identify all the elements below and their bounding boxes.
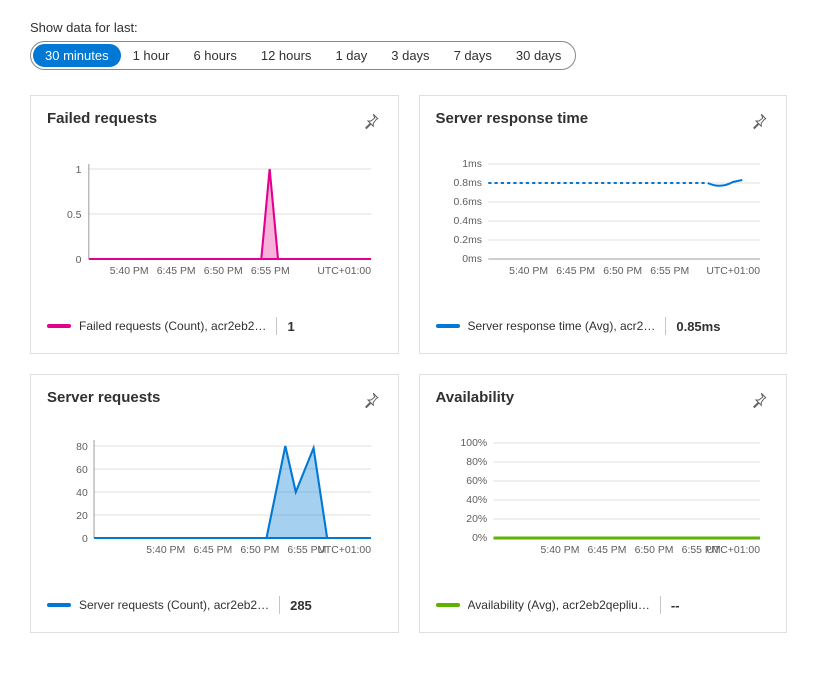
- svg-text:6:50 PM: 6:50 PM: [603, 266, 642, 277]
- time-range-30days[interactable]: 30 days: [504, 44, 574, 67]
- legend: Failed requests (Count), acr2eb2… 1: [47, 317, 382, 335]
- time-range-selector: 30 minutes 1 hour 6 hours 12 hours 1 day…: [30, 41, 576, 70]
- svg-text:UTC+01:00: UTC+01:00: [706, 266, 760, 277]
- time-range-1day[interactable]: 1 day: [323, 44, 379, 67]
- svg-text:0ms: 0ms: [462, 254, 482, 265]
- svg-text:80: 80: [76, 442, 88, 453]
- svg-text:20: 20: [76, 511, 88, 522]
- svg-text:0.4ms: 0.4ms: [453, 216, 481, 227]
- svg-text:100%: 100%: [460, 438, 487, 449]
- svg-text:0%: 0%: [472, 533, 487, 544]
- tile-server-response-time: Server response time 1ms 0.8ms 0.6ms 0.4…: [419, 95, 788, 354]
- legend: Server requests (Count), acr2eb2… 285: [47, 596, 382, 614]
- time-range-12hours[interactable]: 12 hours: [249, 44, 324, 67]
- legend-swatch: [47, 603, 71, 607]
- time-range-7days[interactable]: 7 days: [442, 44, 504, 67]
- svg-text:40%: 40%: [466, 495, 487, 506]
- tile-title: Availability: [436, 389, 515, 406]
- time-range-1hour[interactable]: 1 hour: [121, 44, 182, 67]
- tile-availability: Availability 100% 80% 60% 40% 20% 0% 5:4…: [419, 374, 788, 633]
- tile-server-requests: Server requests 80 60 40 20 0 5:40 PM 6:…: [30, 374, 399, 633]
- svg-text:5:40 PM: 5:40 PM: [540, 545, 579, 556]
- legend-value: 0.85ms: [676, 319, 720, 334]
- time-range-label: Show data for last:: [30, 20, 787, 35]
- metrics-grid: Failed requests 1 0.5 0 5:40 PM 6:45 PM …: [30, 95, 787, 633]
- tile-failed-requests: Failed requests 1 0.5 0 5:40 PM 6:45 PM …: [30, 95, 399, 354]
- pin-button[interactable]: [360, 110, 382, 135]
- pin-icon: [362, 112, 380, 130]
- legend-value: --: [671, 598, 680, 613]
- pin-button[interactable]: [748, 389, 770, 414]
- svg-text:0.6ms: 0.6ms: [453, 197, 481, 208]
- legend-swatch: [47, 324, 71, 328]
- legend-label: Server requests (Count), acr2eb2…: [79, 598, 269, 612]
- svg-text:6:50 PM: 6:50 PM: [240, 545, 279, 556]
- svg-text:80%: 80%: [466, 457, 487, 468]
- svg-text:1ms: 1ms: [462, 159, 482, 170]
- legend: Availability (Avg), acr2eb2qepliu… --: [436, 596, 771, 614]
- svg-text:60%: 60%: [466, 476, 487, 487]
- legend-label: Server response time (Avg), acr2…: [468, 319, 656, 333]
- svg-text:40: 40: [76, 488, 88, 499]
- tile-title: Failed requests: [47, 110, 157, 127]
- svg-text:UTC+01:00: UTC+01:00: [706, 545, 760, 556]
- svg-text:0.5: 0.5: [67, 210, 82, 221]
- svg-text:0.8ms: 0.8ms: [453, 178, 481, 189]
- legend-label: Availability (Avg), acr2eb2qepliu…: [468, 598, 650, 612]
- chart-failed-requests[interactable]: 1 0.5 0 5:40 PM 6:45 PM 6:50 PM 6:55 PM …: [47, 149, 382, 289]
- svg-text:6:45 PM: 6:45 PM: [556, 266, 595, 277]
- svg-text:0.2ms: 0.2ms: [453, 235, 481, 246]
- legend-swatch: [436, 603, 460, 607]
- legend-value: 1: [287, 319, 294, 334]
- svg-text:6:45 PM: 6:45 PM: [157, 266, 196, 277]
- chart-availability[interactable]: 100% 80% 60% 40% 20% 0% 5:40 PM 6:45 PM …: [436, 428, 771, 568]
- svg-text:20%: 20%: [466, 514, 487, 525]
- svg-text:6:55 PM: 6:55 PM: [650, 266, 689, 277]
- tile-title: Server response time: [436, 110, 589, 127]
- svg-text:0: 0: [82, 534, 88, 545]
- svg-text:5:40 PM: 5:40 PM: [146, 545, 185, 556]
- pin-icon: [750, 391, 768, 409]
- pin-icon: [750, 112, 768, 130]
- svg-text:6:50 PM: 6:50 PM: [204, 266, 243, 277]
- pin-icon: [362, 391, 380, 409]
- chart-server-response-time[interactable]: 1ms 0.8ms 0.6ms 0.4ms 0.2ms 0ms 5:40 PM …: [436, 149, 771, 289]
- svg-text:UTC+01:00: UTC+01:00: [317, 266, 371, 277]
- svg-text:1: 1: [76, 165, 82, 176]
- time-range-30min[interactable]: 30 minutes: [33, 44, 121, 67]
- legend-swatch: [436, 324, 460, 328]
- svg-text:6:55 PM: 6:55 PM: [251, 266, 290, 277]
- svg-text:0: 0: [76, 255, 82, 266]
- pin-button[interactable]: [748, 110, 770, 135]
- legend-value: 285: [290, 598, 312, 613]
- svg-text:5:40 PM: 5:40 PM: [509, 266, 548, 277]
- time-range-3days[interactable]: 3 days: [379, 44, 441, 67]
- pin-button[interactable]: [360, 389, 382, 414]
- svg-text:6:45 PM: 6:45 PM: [587, 545, 626, 556]
- tile-title: Server requests: [47, 389, 160, 406]
- svg-text:5:40 PM: 5:40 PM: [110, 266, 149, 277]
- svg-text:6:50 PM: 6:50 PM: [634, 545, 673, 556]
- chart-server-requests[interactable]: 80 60 40 20 0 5:40 PM 6:45 PM 6:50 PM 6:…: [47, 428, 382, 568]
- svg-text:6:45 PM: 6:45 PM: [193, 545, 232, 556]
- svg-text:60: 60: [76, 465, 88, 476]
- svg-text:UTC+01:00: UTC+01:00: [317, 545, 371, 556]
- legend-label: Failed requests (Count), acr2eb2…: [79, 319, 266, 333]
- time-range-6hours[interactable]: 6 hours: [181, 44, 248, 67]
- legend: Server response time (Avg), acr2… 0.85ms: [436, 317, 771, 335]
